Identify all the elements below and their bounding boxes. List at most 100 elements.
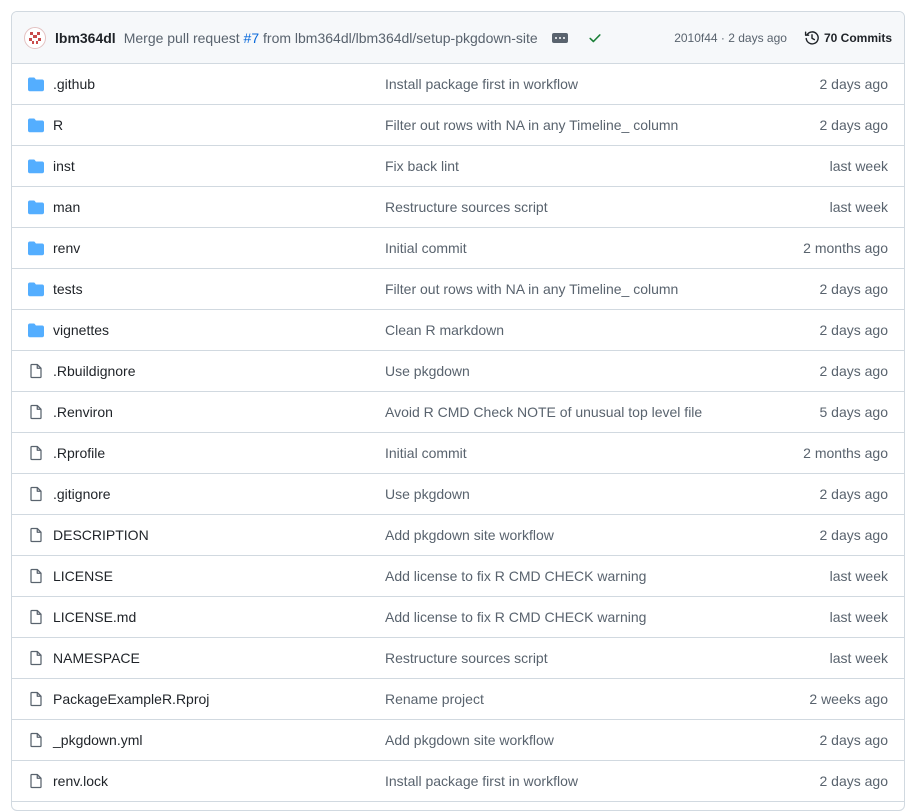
file-name-link[interactable]: inst bbox=[53, 158, 75, 174]
commit-message-link[interactable]: Clean R markdown bbox=[385, 322, 504, 338]
table-row[interactable]: LICENSE.md Add license to fix R CMD CHECK… bbox=[12, 597, 904, 638]
folder-icon bbox=[28, 322, 44, 338]
file-icon bbox=[28, 486, 44, 502]
commit-message-link[interactable]: Rename project bbox=[385, 691, 484, 707]
commit-age: last week bbox=[829, 199, 888, 215]
history-icon bbox=[804, 30, 819, 45]
commit-message-link[interactable]: Initial commit bbox=[385, 445, 467, 461]
commits-history-link[interactable]: 70 Commits bbox=[804, 30, 892, 46]
commit-age: 2 weeks ago bbox=[809, 691, 888, 707]
table-row[interactable]: .gitignore Use pkgdown 2 days ago bbox=[12, 474, 904, 515]
avatar[interactable] bbox=[24, 26, 46, 49]
file-list-box: lbm364dl Merge pull request #7 from lbm3… bbox=[11, 11, 905, 811]
commit-age: 2 days ago bbox=[819, 363, 889, 379]
commit-age: 2 months ago bbox=[803, 445, 888, 461]
commit-age: 5 days ago bbox=[819, 404, 889, 420]
latest-commit-bar: lbm364dl Merge pull request #7 from lbm3… bbox=[12, 12, 904, 64]
commit-age: 2 days ago bbox=[819, 76, 889, 92]
commit-message-link[interactable]: Add license to fix R CMD CHECK warning bbox=[385, 609, 646, 625]
commit-sha-time[interactable]: 2010f44 · 2 days ago bbox=[674, 31, 787, 45]
commit-age: 2 days ago bbox=[819, 117, 889, 133]
identicon-icon bbox=[29, 31, 41, 44]
file-table: .github Install package first in workflow… bbox=[12, 64, 904, 802]
table-row[interactable]: renv Initial commit 2 months ago bbox=[12, 228, 904, 269]
table-row[interactable]: .Rprofile Initial commit 2 months ago bbox=[12, 433, 904, 474]
file-name-link[interactable]: DESCRIPTION bbox=[53, 527, 149, 543]
folder-icon bbox=[28, 158, 44, 174]
file-name-link[interactable]: .gitignore bbox=[53, 486, 111, 502]
commit-message-link[interactable]: Fix back lint bbox=[385, 158, 459, 174]
commit-age: last week bbox=[829, 158, 888, 174]
commit-message-link[interactable]: Avoid R CMD Check NOTE of unusual top le… bbox=[385, 404, 702, 420]
file-name-link[interactable]: _pkgdown.yml bbox=[53, 732, 143, 748]
commit-message-link[interactable]: Restructure sources script bbox=[385, 199, 548, 215]
expand-commit-message-button[interactable] bbox=[551, 32, 568, 43]
table-row[interactable]: .Renviron Avoid R CMD Check NOTE of unusu… bbox=[12, 392, 904, 433]
commit-age: 2 days ago bbox=[819, 281, 889, 297]
commit-age: last week bbox=[829, 650, 888, 666]
file-name-link[interactable]: .Rbuildignore bbox=[53, 363, 136, 379]
commit-message-link[interactable]: Install package first in workflow bbox=[385, 76, 578, 92]
folder-icon bbox=[28, 240, 44, 256]
commit-age: last week bbox=[829, 609, 888, 625]
file-icon bbox=[28, 527, 44, 543]
commit-message-link[interactable]: Initial commit bbox=[385, 240, 467, 256]
file-name-link[interactable]: NAMESPACE bbox=[53, 650, 140, 666]
file-icon bbox=[28, 691, 44, 707]
file-icon bbox=[28, 568, 44, 584]
commit-message-link[interactable]: Filter out rows with NA in any Timeline_… bbox=[385, 281, 678, 297]
commit-age: 2 days ago bbox=[819, 486, 889, 502]
commit-age: last week bbox=[829, 568, 888, 584]
file-name-link[interactable]: LICENSE bbox=[53, 568, 113, 584]
table-row[interactable]: .github Install package first in workflow… bbox=[12, 64, 904, 105]
commit-message-link[interactable]: Use pkgdown bbox=[385, 486, 470, 502]
file-icon bbox=[28, 773, 44, 789]
file-name-link[interactable]: renv bbox=[53, 240, 80, 256]
commit-message-link[interactable]: Add pkgdown site workflow bbox=[385, 732, 554, 748]
table-row[interactable]: NAMESPACE Restructure sources script last … bbox=[12, 638, 904, 679]
file-icon bbox=[28, 732, 44, 748]
file-name-link[interactable]: .github bbox=[53, 76, 95, 92]
commit-message-link[interactable]: Use pkgdown bbox=[385, 363, 470, 379]
commit-author[interactable]: lbm364dl bbox=[55, 30, 116, 46]
table-row[interactable]: R Filter out rows with NA in any Timeline… bbox=[12, 105, 904, 146]
commit-age: 2 days ago bbox=[819, 732, 889, 748]
folder-icon bbox=[28, 281, 44, 297]
file-icon bbox=[28, 609, 44, 625]
commit-message-link[interactable]: Filter out rows with NA in any Timeline_… bbox=[385, 117, 678, 133]
file-name-link[interactable]: vignettes bbox=[53, 322, 109, 338]
file-name-link[interactable]: PackageExampleR.Rproj bbox=[53, 691, 209, 707]
file-name-link[interactable]: tests bbox=[53, 281, 83, 297]
file-name-link[interactable]: renv.lock bbox=[53, 773, 108, 789]
table-row[interactable]: _pkgdown.yml Add pkgdown site workflow 2 d… bbox=[12, 720, 904, 761]
table-row[interactable]: .Rbuildignore Use pkgdown 2 days ago bbox=[12, 351, 904, 392]
commit-age: 2 days ago bbox=[819, 773, 889, 789]
table-row[interactable]: renv.lock Install package first in workfl… bbox=[12, 761, 904, 802]
table-row[interactable]: tests Filter out rows with NA in any Time… bbox=[12, 269, 904, 310]
folder-icon bbox=[28, 76, 44, 92]
file-name-link[interactable]: R bbox=[53, 117, 63, 133]
table-row[interactable]: LICENSE Add license to fix R CMD CHECK wa… bbox=[12, 556, 904, 597]
file-icon bbox=[28, 363, 44, 379]
commit-message-link[interactable]: Add license to fix R CMD CHECK warning bbox=[385, 568, 646, 584]
commit-message-link[interactable]: Install package first in workflow bbox=[385, 773, 578, 789]
commit-age: 2 months ago bbox=[803, 240, 888, 256]
table-row[interactable]: inst Fix back lint last week bbox=[12, 146, 904, 187]
file-name-link[interactable]: LICENSE.md bbox=[53, 609, 136, 625]
commit-age: 2 days ago bbox=[819, 322, 889, 338]
table-row[interactable]: DESCRIPTION Add pkgdown site workflow 2 da… bbox=[12, 515, 904, 556]
file-name-link[interactable]: .Rprofile bbox=[53, 445, 105, 461]
file-name-link[interactable]: man bbox=[53, 199, 80, 215]
folder-icon bbox=[28, 199, 44, 215]
table-row[interactable]: man Restructure sources script last week bbox=[12, 187, 904, 228]
table-row[interactable]: vignettes Clean R markdown 2 days ago bbox=[12, 310, 904, 351]
commit-message-link[interactable]: Add pkgdown site workflow bbox=[385, 527, 554, 543]
commit-message-link[interactable]: Restructure sources script bbox=[385, 650, 548, 666]
check-status-icon[interactable] bbox=[588, 31, 602, 45]
commit-message[interactable]: Merge pull request #7 from lbm364dl/lbm3… bbox=[124, 30, 538, 46]
file-name-link[interactable]: .Renviron bbox=[53, 404, 113, 420]
commits-count: 70 Commits bbox=[823, 30, 892, 45]
table-row[interactable]: PackageExampleR.Rproj Rename project 2 wee… bbox=[12, 679, 904, 720]
commit-message-prefix: Merge pull request bbox=[123, 29, 244, 46]
pull-request-link[interactable]: #7 bbox=[244, 30, 260, 46]
